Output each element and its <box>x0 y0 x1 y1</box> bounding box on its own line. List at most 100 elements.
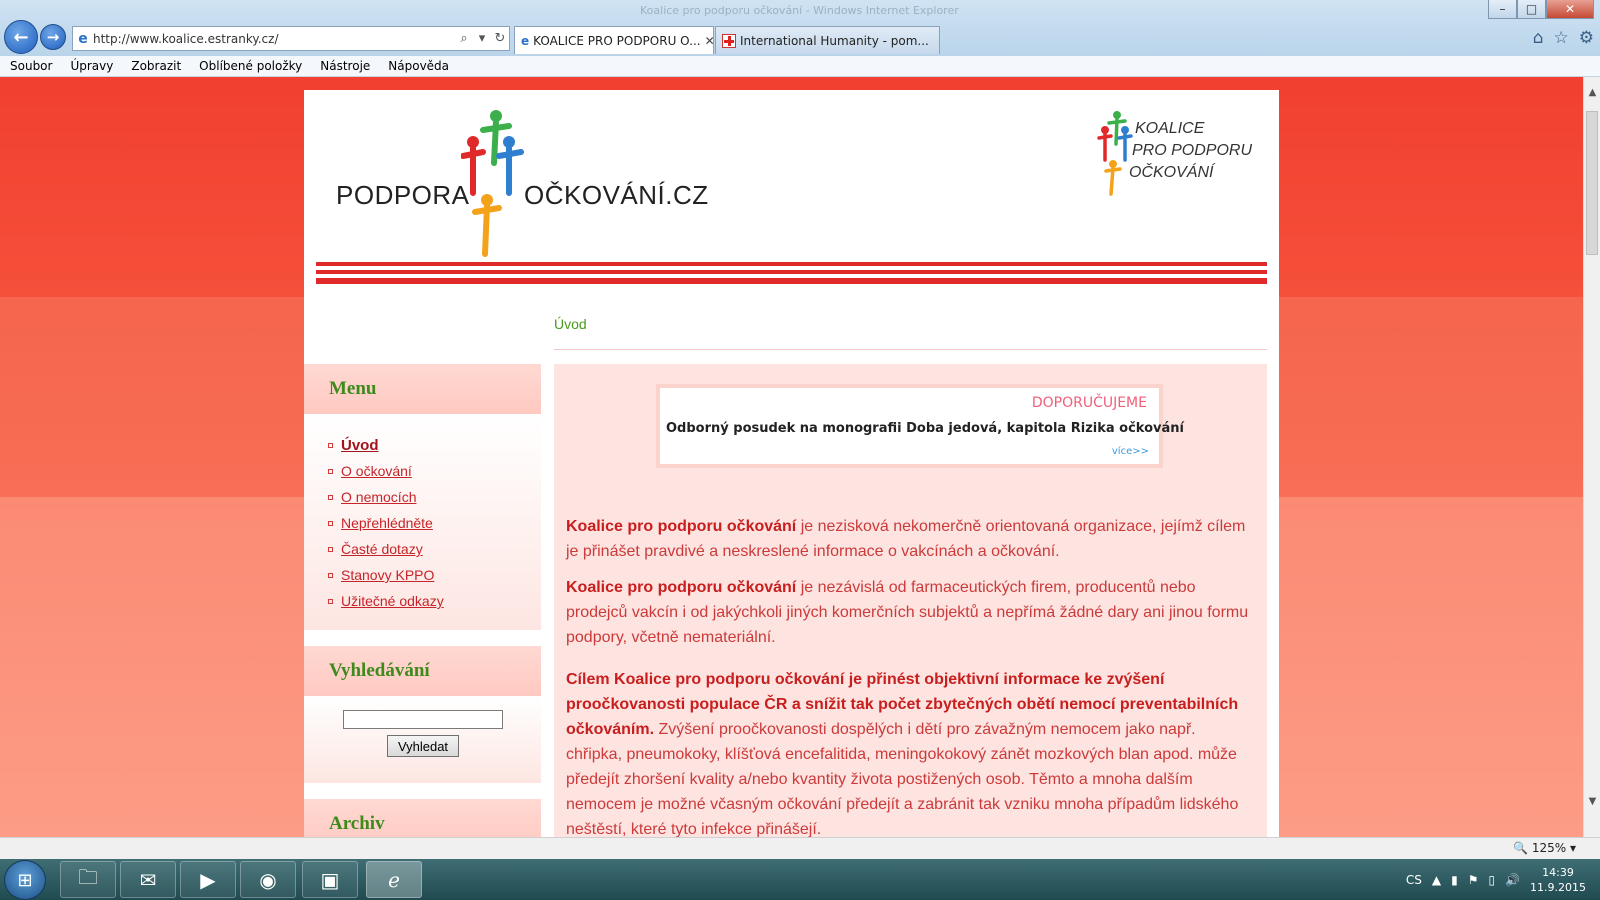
sidebar-gap <box>304 783 541 799</box>
tab-label: International Humanity - pom... <box>740 33 929 48</box>
menu-panel: Úvod O očkování O nemocích Nepřehlédněte… <box>304 414 541 630</box>
menu-link-o-nemocich[interactable]: O nemocích <box>341 489 416 505</box>
bullet-icon <box>328 546 333 552</box>
menu-file[interactable]: Soubor <box>0 59 60 73</box>
koalice-figures-icon <box>1097 111 1133 196</box>
red-cross-icon <box>722 33 736 48</box>
system-tray: CS ▲ ▮ ⚑ ▯ 🔊 14:39 11.9.2015 <box>1406 859 1600 900</box>
menu-item-o-ockovani: O očkování <box>328 458 541 484</box>
scroll-down-icon[interactable]: ▼ <box>1584 796 1600 813</box>
menu-link-uzitecne-odkazy[interactable]: Užitečné odkazy <box>341 593 444 609</box>
koalice-logo[interactable]: KOALICE PRO PODPORU OČKOVÁNÍ <box>1097 110 1267 200</box>
vaccine-figures-logo-icon <box>461 110 524 257</box>
clock-date: 11.9.2015 <box>1530 880 1586 894</box>
recommend-banner[interactable]: DOPORUČUJEME Odborný posudek na monograf… <box>656 384 1184 468</box>
status-bar: 🔍 125% ▾ <box>0 837 1600 859</box>
paragraph-2: Koalice pro podporu očkování je nezávisl… <box>566 575 1256 650</box>
forward-button[interactable]: → <box>40 24 66 50</box>
powerpoint-icon: ▣ <box>320 867 340 892</box>
wifi-icon: ◉ <box>259 867 277 892</box>
zoom-icon: 🔍 <box>1513 841 1529 855</box>
bullet-icon <box>328 572 333 578</box>
page-viewport: PODPORA OČKOVÁNÍ.CZ KOALICE PRO PODPORU … <box>0 77 1583 837</box>
outlook-icon: ✉ <box>139 867 157 892</box>
stripe <box>316 270 1267 274</box>
site-logo[interactable]: PODPORA OČKOVÁNÍ.CZ <box>336 108 716 258</box>
stripe <box>316 262 1267 266</box>
menu-item-o-nemocich: O nemocích <box>328 484 541 510</box>
tray-expand-icon[interactable]: ▲ <box>1432 873 1441 887</box>
network-taskbar-button[interactable]: ◉ <box>240 861 296 898</box>
battery-icon[interactable]: ▯ <box>1488 873 1495 887</box>
scroll-up-icon[interactable]: ▲ <box>1584 87 1600 104</box>
menu-item-neprehlednete: Nepřehlédněte <box>328 510 541 536</box>
search-icon[interactable]: ⌕ <box>455 31 473 46</box>
refresh-icon[interactable]: ↻ <box>491 31 509 46</box>
dropdown-icon[interactable]: ▾ <box>473 31 491 46</box>
tab-koalice[interactable]: e KOALICE PRO PODPORU O... ✕ <box>514 26 714 54</box>
home-icon[interactable]: ⌂ <box>1533 28 1544 48</box>
scroll-thumb[interactable] <box>1586 111 1598 255</box>
back-button[interactable]: ← <box>4 20 38 54</box>
koalice-logo-line3: OČKOVÁNÍ <box>1129 164 1214 181</box>
tab-close-icon[interactable]: ✕ <box>705 34 713 48</box>
banner-title: DOPORUČUJEME <box>1031 395 1147 411</box>
tab-label: KOALICE PRO PODPORU O... <box>533 33 701 48</box>
window-title: Koalice pro podporu očkování - Windows I… <box>640 4 959 17</box>
close-window-button[interactable]: ✕ <box>1546 0 1594 19</box>
menu-link-neprehlednete[interactable]: Nepřehlédněte <box>341 515 433 531</box>
search-button[interactable]: Vyhledat <box>387 735 459 757</box>
menu-edit[interactable]: Úpravy <box>60 59 121 73</box>
bullet-icon <box>328 494 333 500</box>
vertical-scrollbar[interactable]: ▲ ▼ <box>1583 77 1600 837</box>
address-bar[interactable]: e http://www.koalice.estranky.cz/ ⌕ ▾ ↻ <box>72 26 510 51</box>
menu-link-uvod[interactable]: Úvod <box>341 437 379 454</box>
internet-explorer-icon: ℯ <box>388 867 400 892</box>
settings-gear-icon[interactable]: ⚙ <box>1579 28 1594 48</box>
sidebar-gap <box>304 630 541 646</box>
banner-text: Odborný posudek na monografii Doba jedov… <box>666 421 1184 436</box>
intro-text: Koalice pro podporu očkování je neziskov… <box>566 514 1256 837</box>
powerpoint-taskbar-button[interactable]: ▣ <box>302 861 358 898</box>
menu-tools[interactable]: Nástroje <box>310 59 378 73</box>
outlook-taskbar-button[interactable]: ✉ <box>120 861 176 898</box>
browser-titlebar: Koalice pro podporu očkování - Windows I… <box>0 0 1600 56</box>
banner-more-link[interactable]: více>> <box>1112 446 1149 457</box>
menu-favorites[interactable]: Oblíbené položky <box>189 59 310 73</box>
breadcrumb-divider <box>554 349 1267 350</box>
paragraph-1-bold: Koalice pro podporu očkování <box>566 518 797 535</box>
signal-icon[interactable]: ▮ <box>1451 873 1458 887</box>
zoom-control[interactable]: 🔍 125% ▾ <box>1513 841 1576 855</box>
minimize-button[interactable]: – <box>1488 0 1517 19</box>
menu-list: Úvod O očkování O nemocích Nepřehlédněte… <box>304 414 541 630</box>
search-input[interactable] <box>343 710 503 729</box>
favorites-star-icon[interactable]: ☆ <box>1554 28 1569 48</box>
start-button[interactable]: ⊞ <box>4 860 46 900</box>
bullet-icon <box>328 520 333 526</box>
ie-taskbar-button[interactable]: ℯ <box>366 861 422 898</box>
maximize-button[interactable]: □ <box>1517 0 1546 19</box>
back-arrow-icon: ← <box>13 26 29 48</box>
menu-item-uzitecne-odkazy: Užitečné odkazy <box>328 588 541 614</box>
media-player-taskbar-button[interactable]: ▶ <box>180 861 236 898</box>
ie-page-icon: e <box>78 30 88 47</box>
taskbar: ⊞ 🗀 ✉ ▶ ◉ ▣ ℯ CS ▲ ▮ ⚑ ▯ 🔊 14:39 11.9.20… <box>0 859 1600 900</box>
menu-link-o-ockovani[interactable]: O očkování <box>341 463 412 479</box>
address-url[interactable]: http://www.koalice.estranky.cz/ <box>93 32 455 46</box>
language-indicator[interactable]: CS <box>1406 873 1422 887</box>
menu-item-caste-dotazy: Časté dotazy <box>328 536 541 562</box>
bullet-icon <box>328 468 333 474</box>
menu-link-caste-dotazy[interactable]: Časté dotazy <box>341 541 423 557</box>
main-content: DOPORUČUJEME Odborný posudek na monograf… <box>554 364 1267 837</box>
menu-view[interactable]: Zobrazit <box>121 59 189 73</box>
tab-international-humanity[interactable]: International Humanity - pom... <box>715 26 940 54</box>
volume-icon[interactable]: 🔊 <box>1505 873 1520 887</box>
clock[interactable]: 14:39 11.9.2015 <box>1530 865 1586 895</box>
menu-link-stanovy[interactable]: Stanovy KPPO <box>341 567 434 583</box>
explorer-taskbar-button[interactable]: 🗀 <box>60 861 116 898</box>
ie-tab-icon: e <box>521 33 530 48</box>
folder-icon: 🗀 <box>78 864 98 889</box>
flag-icon[interactable]: ⚑ <box>1468 873 1479 887</box>
koalice-logo-line2: PRO PODPORU <box>1132 142 1253 159</box>
menu-help[interactable]: Nápověda <box>378 59 457 73</box>
